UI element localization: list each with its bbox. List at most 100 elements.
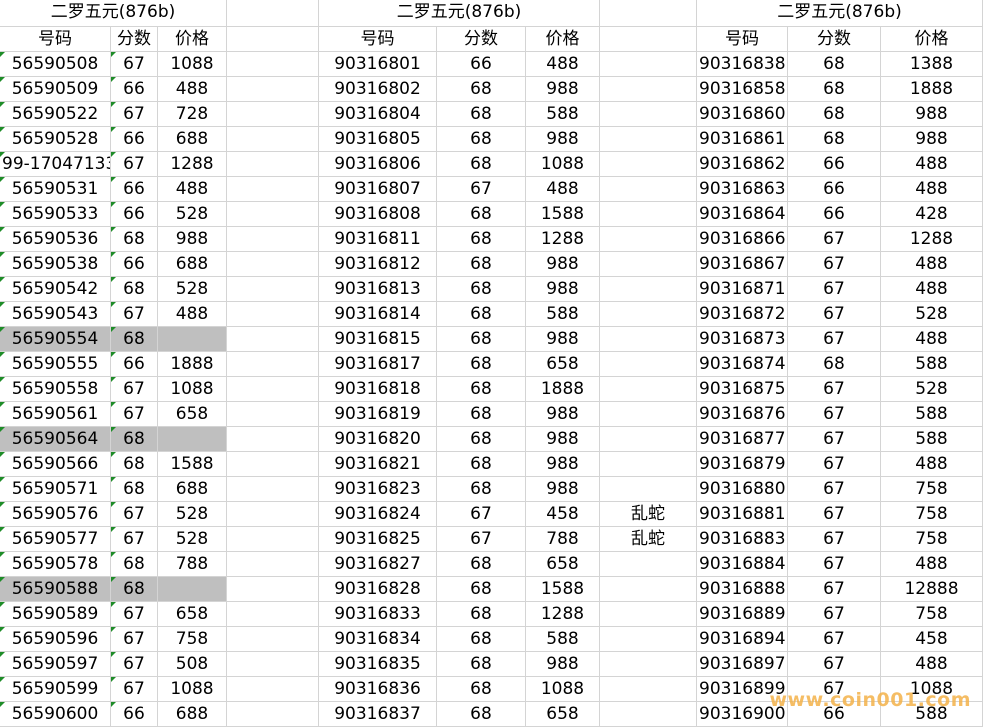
empty-cell[interactable] (227, 677, 319, 702)
note-cell[interactable] (600, 452, 697, 477)
score-cell[interactable]: 67 (111, 52, 158, 77)
code-cell[interactable]: 56590533 (0, 202, 111, 227)
score-cell[interactable]: 67 (111, 402, 158, 427)
code-cell[interactable]: 90316888 (697, 577, 788, 602)
price-cell[interactable]: 488 (158, 77, 227, 102)
code-cell[interactable]: 56590564 (0, 427, 111, 452)
code-cell[interactable]: 90316881 (697, 502, 788, 527)
code-cell[interactable]: 56590522 (0, 102, 111, 127)
score-cell[interactable]: 68 (437, 577, 526, 602)
code-cell[interactable]: 56590536 (0, 227, 111, 252)
score-cell[interactable]: 67 (788, 327, 881, 352)
score-cell[interactable]: 67 (437, 177, 526, 202)
price-cell[interactable]: 588 (881, 402, 983, 427)
code-cell[interactable]: 90316817 (319, 352, 437, 377)
price-cell[interactable]: 988 (526, 277, 600, 302)
empty-cell[interactable] (227, 602, 319, 627)
score-cell[interactable]: 67 (111, 652, 158, 677)
note-cell[interactable] (600, 252, 697, 277)
price-cell[interactable]: 788 (158, 552, 227, 577)
score-cell[interactable]: 68 (788, 102, 881, 127)
empty-cell[interactable] (227, 202, 319, 227)
score-cell[interactable]: 66 (111, 352, 158, 377)
code-cell[interactable]: 90316827 (319, 552, 437, 577)
score-cell[interactable]: 67 (111, 527, 158, 552)
code-cell[interactable]: 90316861 (697, 127, 788, 152)
code-cell[interactable]: 56590558 (0, 377, 111, 402)
score-cell[interactable]: 66 (111, 127, 158, 152)
score-cell[interactable]: 67 (111, 502, 158, 527)
code-cell[interactable]: 90316806 (319, 152, 437, 177)
price-cell[interactable]: 588 (526, 302, 600, 327)
score-cell[interactable]: 68 (437, 452, 526, 477)
score-cell[interactable]: 68 (437, 402, 526, 427)
score-cell[interactable]: 68 (111, 327, 158, 352)
price-cell[interactable] (158, 427, 227, 452)
code-cell[interactable]: 56590566 (0, 452, 111, 477)
price-cell[interactable]: 988 (526, 652, 600, 677)
price-cell[interactable]: 458 (881, 627, 983, 652)
code-cell[interactable]: 56590599 (0, 677, 111, 702)
score-cell[interactable]: 68 (437, 102, 526, 127)
code-cell[interactable]: 90316862 (697, 152, 788, 177)
price-cell[interactable]: 988 (526, 427, 600, 452)
price-cell[interactable]: 1888 (881, 77, 983, 102)
price-cell[interactable]: 488 (881, 152, 983, 177)
code-cell[interactable]: 90316811 (319, 227, 437, 252)
price-cell[interactable]: 1088 (526, 152, 600, 177)
score-cell[interactable]: 68 (437, 277, 526, 302)
price-cell[interactable]: 688 (158, 477, 227, 502)
score-cell[interactable]: 67 (788, 602, 881, 627)
price-cell[interactable]: 1088 (158, 377, 227, 402)
score-cell[interactable]: 66 (111, 177, 158, 202)
empty-cell[interactable] (227, 552, 319, 577)
note-cell[interactable] (600, 427, 697, 452)
score-cell[interactable]: 68 (437, 602, 526, 627)
price-cell[interactable]: 12888 (881, 577, 983, 602)
price-cell[interactable]: 528 (158, 277, 227, 302)
score-cell[interactable]: 67 (788, 427, 881, 452)
code-cell[interactable]: 56590576 (0, 502, 111, 527)
score-cell[interactable]: 68 (437, 252, 526, 277)
code-cell[interactable]: 90316836 (319, 677, 437, 702)
price-cell[interactable]: 488 (881, 327, 983, 352)
score-cell[interactable]: 66 (788, 177, 881, 202)
code-cell[interactable]: 90316824 (319, 502, 437, 527)
score-cell[interactable]: 67 (437, 527, 526, 552)
price-cell[interactable]: 758 (881, 502, 983, 527)
code-cell[interactable]: 90316804 (319, 102, 437, 127)
code-cell[interactable]: 90316863 (697, 177, 788, 202)
note-cell[interactable]: 乱蛇 (600, 527, 697, 552)
score-cell[interactable]: 67 (788, 302, 881, 327)
price-cell[interactable]: 988 (158, 227, 227, 252)
price-cell[interactable]: 658 (526, 702, 600, 727)
score-cell[interactable]: 66 (788, 152, 881, 177)
score-cell[interactable]: 66 (111, 702, 158, 727)
empty-cell[interactable] (600, 0, 697, 27)
empty-cell[interactable] (227, 77, 319, 102)
code-cell[interactable]: 90316828 (319, 577, 437, 602)
price-cell[interactable]: 988 (526, 327, 600, 352)
price-cell[interactable]: 488 (526, 177, 600, 202)
score-cell[interactable]: 67 (788, 452, 881, 477)
empty-cell[interactable] (227, 477, 319, 502)
code-cell[interactable]: 90316837 (319, 702, 437, 727)
note-cell[interactable] (600, 602, 697, 627)
code-cell[interactable]: 56590596 (0, 627, 111, 652)
score-cell[interactable]: 67 (788, 277, 881, 302)
code-cell[interactable]: 56590509 (0, 77, 111, 102)
note-cell[interactable] (600, 152, 697, 177)
code-cell[interactable]: 90316838 (697, 52, 788, 77)
price-cell[interactable]: 488 (881, 277, 983, 302)
price-cell[interactable]: 788 (526, 527, 600, 552)
price-cell[interactable]: 758 (881, 527, 983, 552)
code-cell[interactable]: 56590561 (0, 402, 111, 427)
price-cell[interactable] (158, 327, 227, 352)
score-cell[interactable]: 68 (437, 377, 526, 402)
score-cell[interactable]: 68 (437, 702, 526, 727)
score-cell[interactable]: 68 (437, 227, 526, 252)
empty-cell[interactable] (227, 627, 319, 652)
score-cell[interactable]: 68 (788, 127, 881, 152)
price-cell[interactable]: 988 (526, 402, 600, 427)
score-cell[interactable]: 68 (111, 427, 158, 452)
